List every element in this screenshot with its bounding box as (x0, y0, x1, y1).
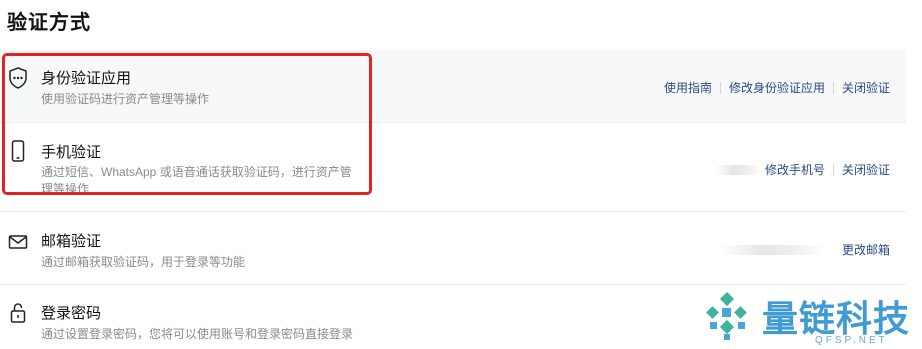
lock-icon (10, 303, 26, 323)
method-actions: ************* 更改邮箱 (719, 241, 890, 258)
method-title: 身份验证应用 (41, 70, 132, 87)
watermark-logo: 量链科技 QFSP.NET (700, 288, 918, 346)
shield-password-icon (9, 67, 27, 89)
divider (719, 81, 721, 94)
logo-icon (706, 292, 747, 340)
divider (832, 81, 834, 94)
change-email-link[interactable]: 更改邮箱 (842, 241, 890, 258)
change-authenticator-link[interactable]: 修改身份验证应用 (729, 79, 825, 96)
method-description: 通过设置登录密码，您将可以使用账号和登录密码直接登录 (41, 327, 354, 341)
disable-authenticator-link[interactable]: 关闭验证 (842, 79, 890, 96)
method-row-email: 邮箱验证 通过邮箱获取验证码，用于登录等功能 ************* 更改邮… (0, 212, 906, 284)
usage-guide-link[interactable]: 使用指南 (664, 79, 712, 96)
method-description: 通过短信、WhatsApp 或语音通话获取验证码，进行资产管理等操作 (41, 165, 352, 196)
method-description: 通过邮箱获取验证码，用于登录等功能 (41, 255, 246, 269)
disable-phone-link[interactable]: 关闭验证 (842, 161, 890, 178)
masked-phone-number: ******* (714, 164, 761, 175)
change-phone-link[interactable]: 修改手机号 (765, 161, 825, 178)
method-title: 手机验证 (41, 144, 102, 161)
method-description: 使用验证码进行资产管理等操作 (41, 92, 210, 106)
method-actions: ******* 修改手机号 关闭验证 (714, 161, 890, 178)
method-row-authenticator: 身份验证应用 使用验证码进行资产管理等操作 使用指南 修改身份验证应用 关闭验证 (0, 50, 906, 122)
method-actions: 使用指南 修改身份验证应用 关闭验证 (664, 79, 890, 96)
method-title: 登录密码 (41, 305, 102, 322)
divider (832, 163, 834, 176)
method-title: 邮箱验证 (41, 233, 102, 250)
mobile-phone-icon (11, 140, 25, 162)
page-title: 验证方式 (7, 12, 91, 34)
masked-email: ************* (719, 244, 824, 255)
mail-icon (8, 235, 28, 249)
method-row-phone: 手机验证 通过短信、WhatsApp 或语音通话获取验证码，进行资产管理等操作 … (0, 123, 906, 211)
watermark-domain: QFSP.NET (815, 335, 888, 346)
